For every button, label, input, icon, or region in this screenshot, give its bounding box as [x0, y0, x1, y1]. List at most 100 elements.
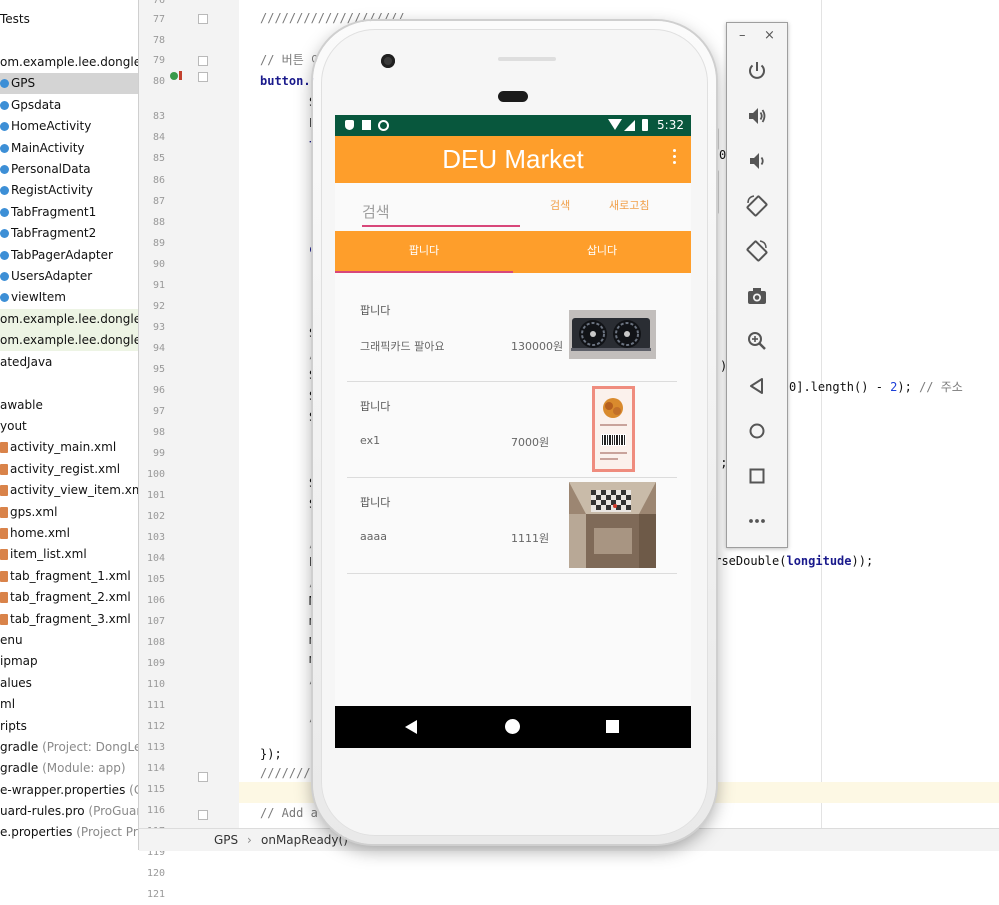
- tree-item[interactable]: item_list.xml: [0, 544, 138, 565]
- line-number: 121: [146, 889, 165, 900]
- tree-item[interactable]: MainActivity: [0, 138, 138, 159]
- tree-item[interactable]: gradle (Project: DongLen: [0, 737, 138, 758]
- tree-item-label: item_list.xml: [10, 547, 87, 561]
- rotate-left-icon[interactable]: [743, 192, 771, 220]
- tree-item[interactable]: e-wrapper.properties (Grad: [0, 780, 138, 801]
- tree-item-label: awable: [0, 398, 43, 412]
- back-icon[interactable]: [405, 720, 417, 734]
- fold-marker-icon[interactable]: [198, 14, 208, 24]
- tree-item[interactable]: TabFragment2: [0, 223, 138, 244]
- receipt-photo: [592, 386, 635, 472]
- fold-marker-icon[interactable]: [198, 72, 208, 82]
- tree-item[interactable]: TabPagerAdapter: [0, 245, 138, 266]
- tree-item-label: HomeActivity: [11, 119, 92, 133]
- tab-indicator: [335, 271, 513, 273]
- tree-item[interactable]: e.properties (Project Prope: [0, 822, 138, 843]
- tree-item[interactable]: Tests: [0, 9, 138, 30]
- tree-item[interactable]: ripts: [0, 716, 138, 737]
- close-button[interactable]: ×: [764, 29, 775, 43]
- breadcrumb-method[interactable]: onMapReady(): [261, 829, 348, 851]
- tree-item[interactable]: gps.xml: [0, 502, 138, 523]
- tree-item[interactable]: [0, 373, 138, 394]
- tree-item-label: om.example.lee.donglend: [0, 333, 138, 347]
- more-icon[interactable]: [743, 507, 771, 535]
- tree-item[interactable]: tab_fragment_1.xml: [0, 566, 138, 587]
- tree-item-label: gradle: [0, 761, 39, 775]
- tree-item[interactable]: om.example.lee.donglend: [0, 309, 138, 330]
- overview-icon[interactable]: [743, 462, 771, 490]
- tree-item[interactable]: om.example.lee.donglend: [0, 330, 138, 351]
- line-number: 110: [146, 679, 165, 690]
- tree-item[interactable]: awable: [0, 395, 138, 416]
- tree-item[interactable]: gradle (Module: app): [0, 758, 138, 779]
- line-number: 79: [152, 55, 165, 66]
- override-marker-icon[interactable]: [170, 72, 178, 80]
- tree-item[interactable]: GPS: [0, 73, 138, 94]
- tree-item-label: ripts: [0, 719, 27, 733]
- tree-item-label: PersonalData: [11, 162, 91, 176]
- fold-marker-icon[interactable]: [198, 56, 208, 66]
- code-fragment-98: 0].length() - 2); // 주소: [789, 380, 963, 394]
- tree-item[interactable]: PersonalData: [0, 159, 138, 180]
- search-input[interactable]: [362, 201, 520, 227]
- tree-item[interactable]: yout: [0, 416, 138, 437]
- tree-item-label: GPS: [11, 76, 36, 90]
- tree-item[interactable]: atedJava: [0, 352, 138, 373]
- front-camera-icon: [381, 54, 395, 68]
- tree-item[interactable]: uard-rules.pro (ProGuard F: [0, 801, 138, 822]
- tab-sell[interactable]: 팝니다: [335, 231, 513, 273]
- tree-item-label: alues: [0, 676, 32, 690]
- tree-item[interactable]: tab_fragment_3.xml: [0, 609, 138, 630]
- rotate-right-icon[interactable]: [743, 237, 771, 265]
- back-icon[interactable]: [743, 372, 771, 400]
- tree-item[interactable]: viewItem: [0, 287, 138, 308]
- zoom-icon[interactable]: [743, 327, 771, 355]
- tree-item[interactable]: ml: [0, 694, 138, 715]
- android-nav-bar: [335, 706, 691, 748]
- code-fragment-107: arseDouble(longitude));: [707, 554, 874, 568]
- tree-item[interactable]: activity_regist.xml: [0, 459, 138, 480]
- class-icon: [0, 101, 9, 110]
- refresh-button[interactable]: 새로고침: [609, 197, 649, 215]
- list-item[interactable]: 팝니다 aaaa 1111원: [347, 477, 677, 574]
- app-title: DEU Market: [442, 144, 584, 174]
- tree-item[interactable]: enu: [0, 630, 138, 651]
- line-number: 105: [146, 574, 165, 585]
- tab-buy[interactable]: 삽니다: [513, 231, 691, 273]
- tree-item-label: yout: [0, 419, 27, 433]
- tree-item-label: gps.xml: [10, 505, 58, 519]
- tree-item-label: TabFragment1: [11, 205, 97, 219]
- volume-up-icon[interactable]: [743, 102, 771, 130]
- home-icon[interactable]: [505, 719, 520, 734]
- tree-item[interactable]: activity_main.xml: [0, 437, 138, 458]
- tree-item[interactable]: HomeActivity: [0, 116, 138, 137]
- tree-item[interactable]: ipmap: [0, 651, 138, 672]
- fold-marker-icon[interactable]: [198, 772, 208, 782]
- home-icon[interactable]: [743, 417, 771, 445]
- list-item[interactable]: 팝니다 그래픽카드 팔아요 130000원: [347, 285, 677, 382]
- tree-item[interactable]: TabFragment1: [0, 202, 138, 223]
- volume-down-icon[interactable]: [743, 147, 771, 175]
- tree-item[interactable]: Gpsdata: [0, 95, 138, 116]
- tree-item[interactable]: home.xml: [0, 523, 138, 544]
- overview-icon[interactable]: [606, 720, 619, 733]
- tree-item[interactable]: [0, 31, 138, 52]
- class-icon: [0, 144, 9, 153]
- camera-icon[interactable]: [743, 282, 771, 310]
- fold-marker-icon[interactable]: [198, 810, 208, 820]
- tree-item[interactable]: alues: [0, 673, 138, 694]
- list-item[interactable]: 팝니다 ex1 7000원: [347, 381, 677, 478]
- tree-item[interactable]: activity_view_item.xml: [0, 480, 138, 501]
- implement-marker-icon[interactable]: [179, 71, 182, 80]
- overflow-menu-icon[interactable]: [673, 149, 677, 169]
- tree-item[interactable]: UsersAdapter: [0, 266, 138, 287]
- minimize-button[interactable]: –: [739, 29, 746, 43]
- tree-item[interactable]: om.example.lee.donglend: [0, 52, 138, 73]
- tree-item[interactable]: RegistActivity: [0, 180, 138, 201]
- breadcrumb-file[interactable]: GPS: [214, 829, 238, 851]
- power-icon[interactable]: [743, 57, 771, 85]
- line-number: 100: [146, 469, 165, 480]
- search-button[interactable]: 검색: [550, 197, 570, 215]
- xml-file-icon: [0, 464, 8, 475]
- tree-item[interactable]: tab_fragment_2.xml: [0, 587, 138, 608]
